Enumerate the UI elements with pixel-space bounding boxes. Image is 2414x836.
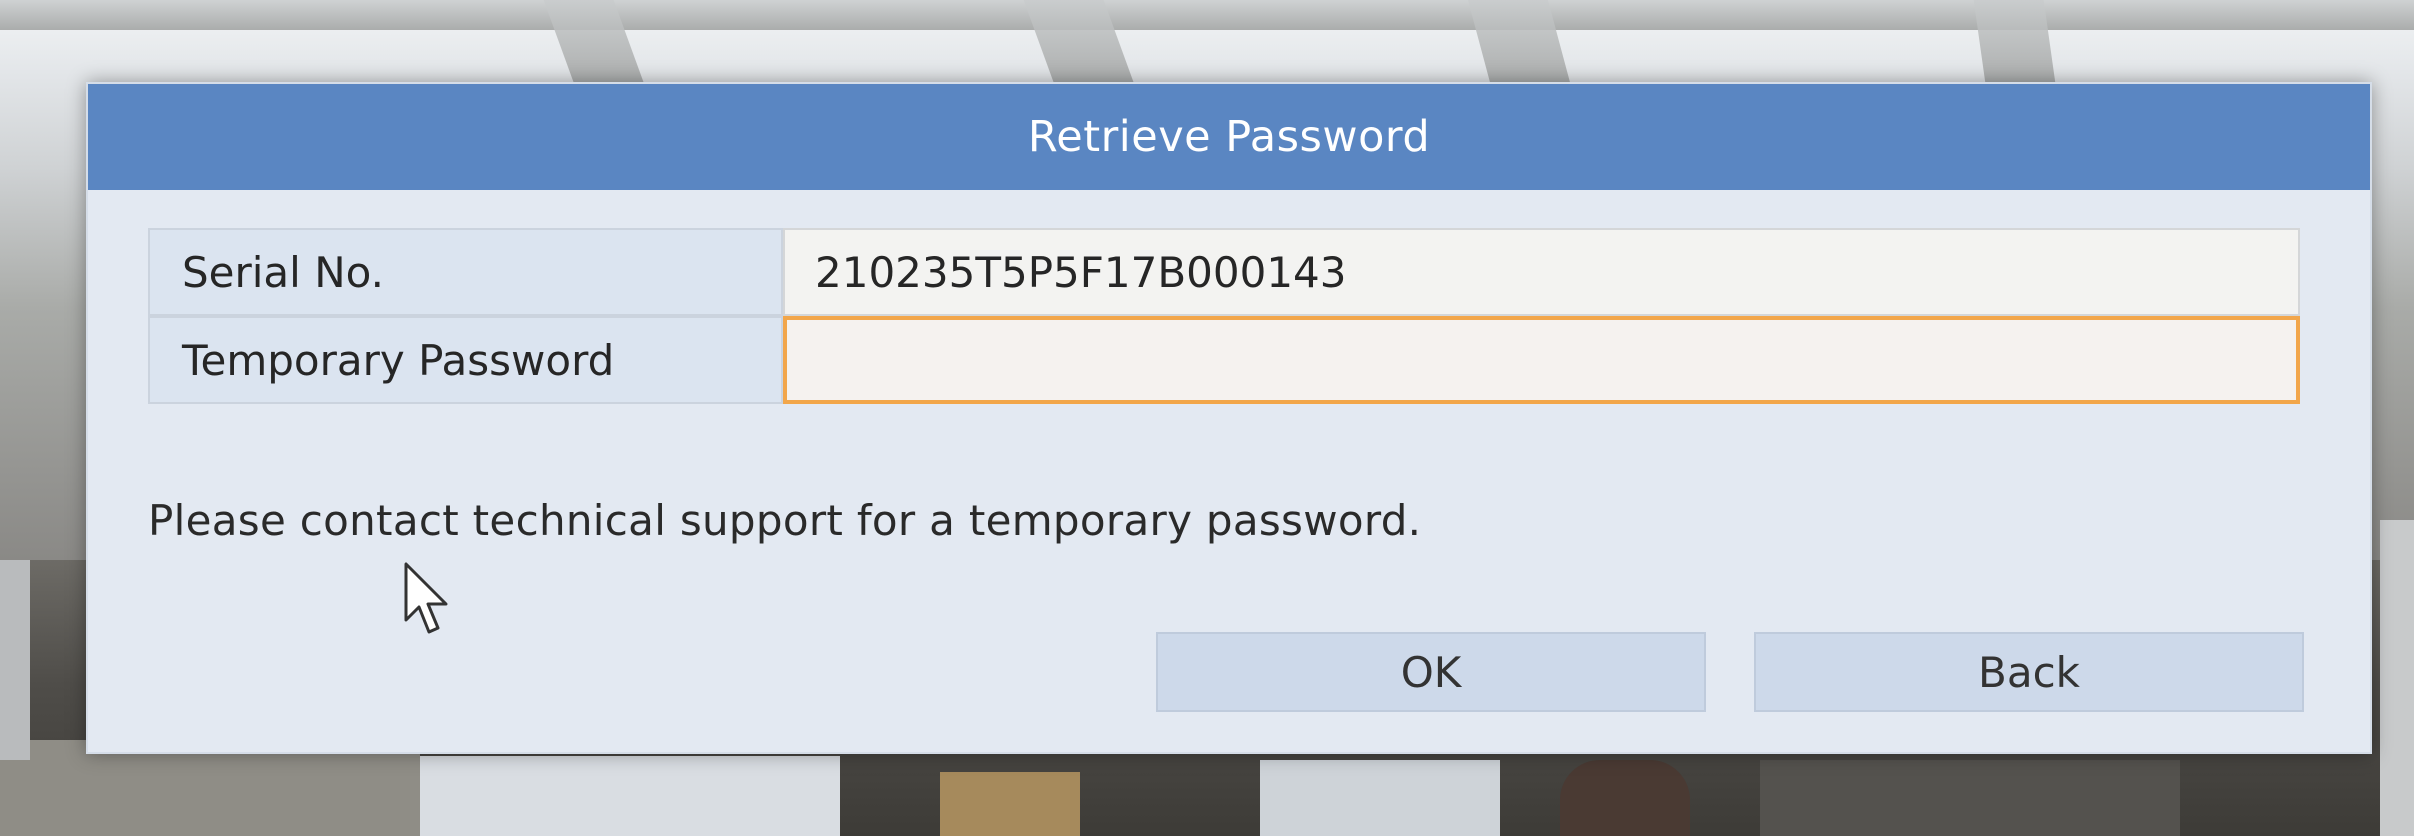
- mouse-pointer-icon: [404, 562, 448, 634]
- serial-value: 210235T5P5F17B000143: [783, 228, 2300, 316]
- right-shelf: [2380, 520, 2414, 836]
- back-button[interactable]: Back: [1754, 632, 2304, 712]
- ok-button[interactable]: OK: [1156, 632, 1706, 712]
- person: [1560, 760, 1690, 836]
- serial-label: Serial No.: [148, 228, 783, 316]
- dialog-title: Retrieve Password: [1027, 112, 1431, 162]
- password-form: Serial No. 210235T5P5F17B000143 Temporar…: [148, 228, 2300, 404]
- window-light: [420, 756, 840, 836]
- dialog-header: Retrieve Password: [88, 84, 2370, 190]
- temporary-password-row: Temporary Password: [148, 316, 2300, 404]
- workstation: [1760, 760, 2180, 836]
- left-shelf: [0, 560, 30, 760]
- desk-area: [0, 740, 420, 836]
- serial-row: Serial No. 210235T5P5F17B000143: [148, 228, 2300, 316]
- cabinet: [940, 772, 1080, 836]
- temporary-password-label: Temporary Password: [148, 316, 783, 404]
- monitor: [1260, 760, 1500, 836]
- ceiling-beam: [1973, 0, 2057, 90]
- hint-text: Please contact technical support for a t…: [148, 496, 1422, 545]
- temporary-password-input[interactable]: [783, 316, 2300, 404]
- ceiling-beam: [0, 0, 2414, 30]
- retrieve-password-dialog: Retrieve Password Serial No. 210235T5P5F…: [86, 82, 2372, 754]
